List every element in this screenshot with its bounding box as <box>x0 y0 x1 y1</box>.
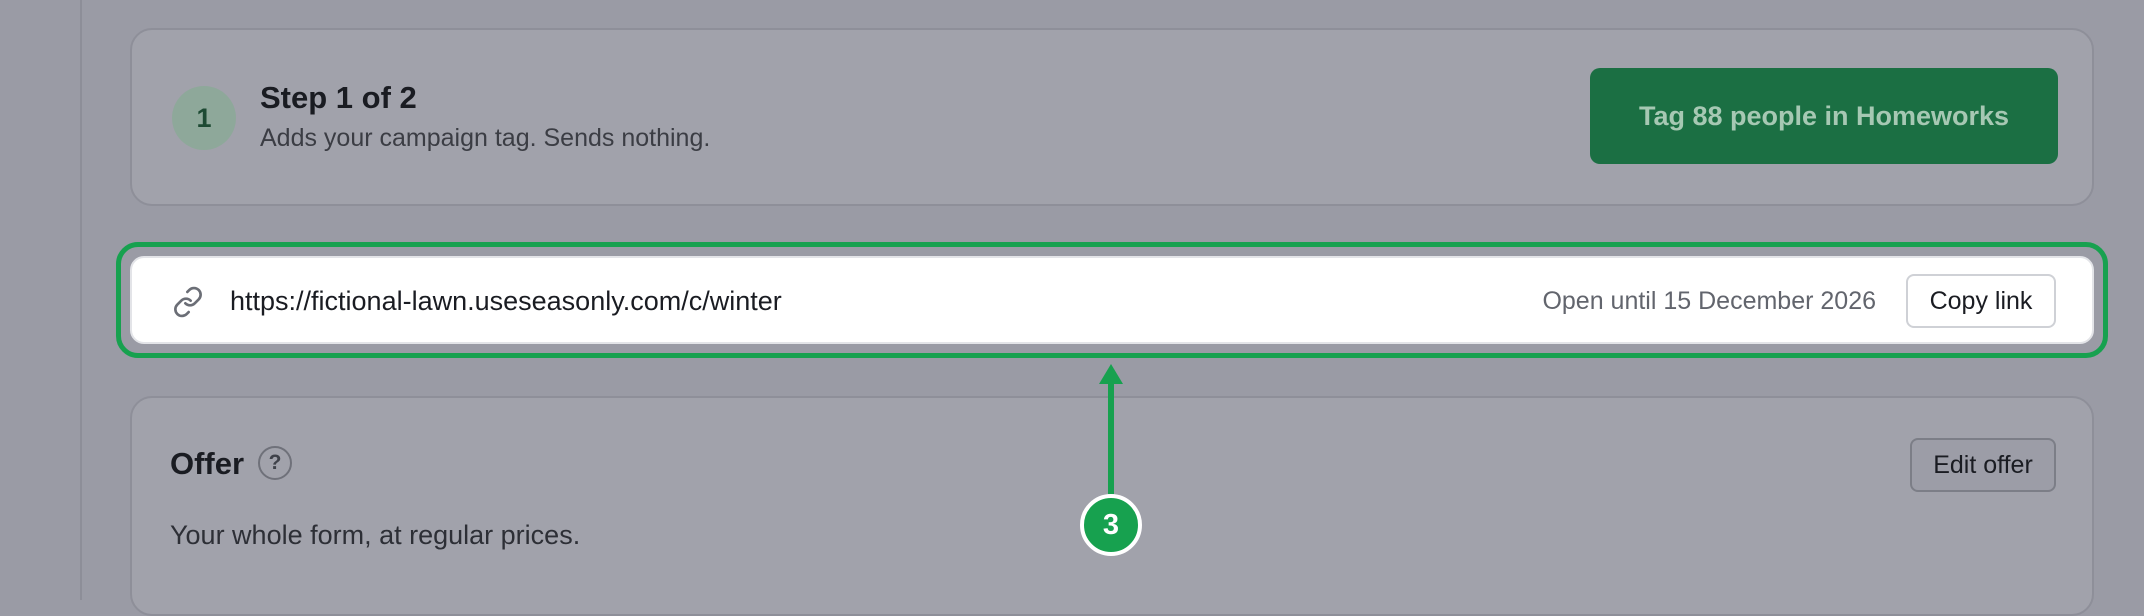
callout-arrow-icon <box>1099 364 1123 494</box>
left-rail <box>0 0 82 600</box>
offer-description: Your whole form, at regular prices. <box>170 520 581 550</box>
callout-number-badge: 3 <box>1080 494 1142 556</box>
step-number-badge: 1 <box>172 86 236 150</box>
step-title: Step 1 of 2 <box>260 80 417 115</box>
copy-link-button[interactable]: Copy link <box>1906 274 2056 328</box>
step-subtitle: Adds your campaign tag. Sends nothing. <box>260 124 711 152</box>
campaign-link-bar: https://fictional-lawn.useseasonly.com/c… <box>130 256 2094 344</box>
campaign-url[interactable]: https://fictional-lawn.useseasonly.com/c… <box>230 286 782 317</box>
step-card: 1 Step 1 of 2 Adds your campaign tag. Se… <box>130 28 2094 206</box>
edit-offer-button[interactable]: Edit offer <box>1910 438 2056 492</box>
link-open-until: Open until 15 December 2026 <box>1542 287 1876 315</box>
link-icon <box>172 286 204 318</box>
offer-title: Offer <box>170 446 245 481</box>
tag-people-button[interactable]: Tag 88 people in Homeworks <box>1590 68 2058 164</box>
help-icon[interactable]: ? <box>258 446 292 480</box>
